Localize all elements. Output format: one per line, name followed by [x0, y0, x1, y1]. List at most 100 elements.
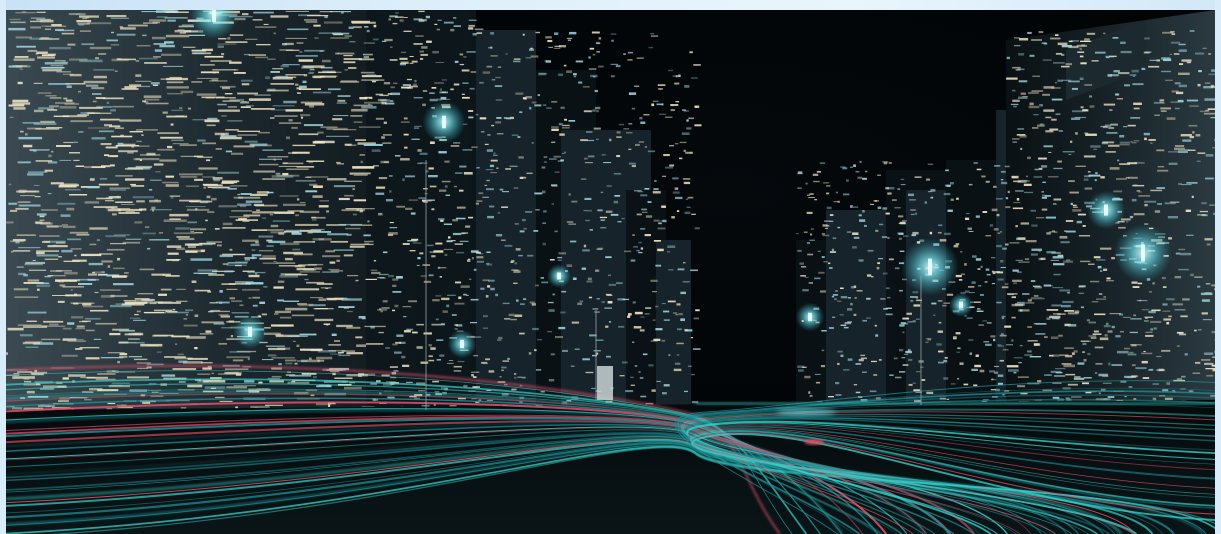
window-light — [915, 296, 918, 299]
window-light — [106, 248, 125, 251]
window-light — [1043, 145, 1053, 148]
window-light — [534, 104, 542, 107]
window-light — [1038, 31, 1044, 34]
window-light — [256, 209, 260, 211]
window-light — [924, 201, 927, 204]
window-light — [341, 350, 356, 352]
window-light — [1178, 49, 1187, 52]
window-light — [1123, 126, 1128, 128]
window-light — [1001, 315, 1006, 318]
window-light — [431, 208, 435, 211]
window-light — [178, 381, 186, 383]
window-light — [566, 221, 574, 223]
window-light — [678, 313, 683, 316]
window-light — [95, 57, 99, 60]
window-light — [1053, 263, 1065, 266]
window-light — [401, 355, 406, 359]
window-light — [450, 145, 460, 147]
window-light — [982, 211, 988, 213]
window-light — [445, 194, 451, 196]
window-light — [29, 149, 37, 152]
window-light — [837, 200, 840, 203]
window-light — [99, 289, 121, 291]
window-light — [875, 334, 879, 337]
window-light — [682, 281, 690, 283]
window-light — [684, 211, 691, 215]
window-light — [655, 264, 662, 267]
window-light — [476, 251, 481, 254]
window-light — [938, 224, 943, 227]
window-light — [217, 45, 224, 48]
window-light — [1030, 209, 1036, 212]
window-light — [659, 113, 667, 115]
window-light — [84, 317, 101, 320]
window-light — [88, 262, 103, 266]
window-light — [42, 241, 51, 243]
window-light — [175, 343, 178, 345]
window-light — [680, 318, 685, 321]
window-light — [1174, 309, 1186, 311]
window-light — [1011, 89, 1016, 92]
window-light — [1001, 317, 1005, 320]
window-light — [835, 191, 838, 194]
window-light — [285, 257, 293, 261]
window-light — [337, 95, 351, 97]
window-light — [13, 373, 20, 375]
window-light — [227, 37, 231, 40]
window-light — [41, 338, 61, 341]
window-light — [182, 24, 194, 27]
window-light — [1208, 53, 1211, 55]
window-light — [385, 347, 390, 349]
window-light — [514, 262, 518, 265]
window-light — [468, 19, 477, 21]
window-light — [1113, 70, 1120, 73]
window-light — [843, 326, 849, 329]
window-light — [645, 307, 652, 309]
window-light — [67, 43, 76, 46]
window-light — [267, 229, 284, 232]
window-light — [325, 287, 329, 289]
window-light — [1161, 349, 1171, 352]
window-light — [1055, 372, 1063, 374]
window-light — [677, 268, 685, 271]
window-light — [842, 167, 848, 170]
window-light — [388, 18, 391, 21]
window-light — [592, 109, 596, 112]
window-light — [821, 330, 827, 332]
window-light — [1206, 374, 1214, 377]
window-light — [187, 357, 208, 360]
window-light — [1144, 37, 1150, 40]
window-light — [537, 94, 540, 97]
window-light — [99, 253, 113, 255]
window-light — [1008, 369, 1019, 372]
window-light — [852, 246, 857, 249]
window-light — [200, 64, 215, 66]
window-light — [601, 301, 605, 304]
window-light — [344, 35, 352, 37]
window-light — [1012, 66, 1021, 69]
window-light — [117, 257, 121, 261]
window-light — [1038, 157, 1047, 160]
window-light — [823, 261, 828, 263]
window-light — [364, 101, 384, 104]
window-light — [185, 314, 188, 316]
window-light — [170, 123, 174, 126]
window-light — [1091, 301, 1099, 303]
window-light — [375, 186, 386, 189]
window-light — [61, 224, 68, 226]
window-light — [487, 134, 491, 136]
window-light — [955, 243, 960, 245]
window-light — [644, 146, 648, 148]
window-light — [486, 188, 494, 191]
window-light — [199, 201, 209, 204]
window-light — [340, 80, 358, 83]
window-light — [1088, 263, 1095, 265]
window-light — [796, 233, 799, 235]
window-light — [1013, 105, 1017, 108]
window-light — [459, 63, 465, 66]
window-light — [385, 199, 393, 202]
window-light — [814, 277, 821, 280]
window-light — [319, 75, 325, 78]
window-light — [914, 176, 922, 178]
window-light — [515, 92, 524, 95]
